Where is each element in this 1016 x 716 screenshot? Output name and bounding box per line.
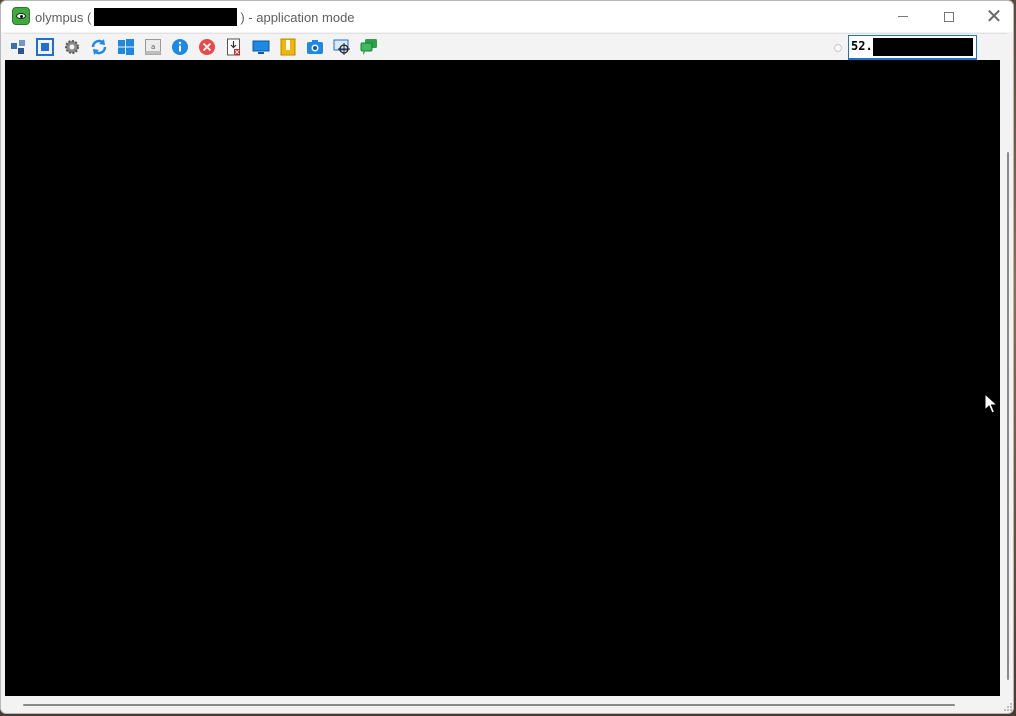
info-button[interactable] <box>171 38 189 56</box>
remote-desktop-window: olympus ( ) - application mode ✕ a 52. <box>0 0 1014 714</box>
svg-text:a: a <box>151 43 155 51</box>
disconnect-button[interactable] <box>198 38 216 56</box>
minimize-icon <box>898 16 908 17</box>
file-transfer-button[interactable] <box>225 38 243 56</box>
resize-grip-icon[interactable] <box>1003 702 1013 712</box>
vertical-scrollbar[interactable] <box>1001 60 1013 696</box>
chat-button[interactable] <box>360 38 378 56</box>
screenshot-camera-icon <box>307 40 323 54</box>
refresh-button[interactable] <box>90 38 108 56</box>
close-button[interactable]: ✕ <box>971 1 1013 32</box>
window-title: olympus ( ) - application mode <box>35 8 355 26</box>
redacted-hostname <box>94 8 238 26</box>
settings-button[interactable] <box>63 38 81 56</box>
file-transfer-icon <box>227 38 240 56</box>
chat-icon <box>360 39 377 55</box>
minimize-button[interactable] <box>880 1 926 32</box>
horizontal-scroll-thumb[interactable] <box>23 704 955 706</box>
window-title-suffix: ) - application mode <box>240 9 355 25</box>
screenshot-button[interactable] <box>306 38 324 56</box>
windows-start-icon <box>118 39 134 55</box>
vertical-scroll-thumb[interactable] <box>1007 152 1009 680</box>
redacted-address <box>873 38 973 56</box>
remote-select-button[interactable] <box>333 38 351 56</box>
disconnect-icon <box>199 39 215 55</box>
connection-status-indicator <box>834 44 842 52</box>
app-eye-icon <box>12 7 30 25</box>
settings-gear-icon <box>65 40 79 54</box>
horizontal-scrollbar[interactable] <box>1 696 1001 713</box>
keyboard-icon: a <box>145 39 161 55</box>
send-keys-button[interactable]: a <box>144 38 162 56</box>
refresh-icon <box>91 39 107 55</box>
fullscreen-button[interactable] <box>36 38 54 56</box>
mouse-cursor-icon <box>984 393 998 414</box>
toolbar: a 52. <box>4 33 1007 60</box>
fullscreen-icon <box>36 38 54 56</box>
clipboard-button[interactable] <box>279 38 297 56</box>
maximize-icon <box>944 11 954 22</box>
connect-icon <box>11 40 25 54</box>
connect-button[interactable] <box>9 38 27 56</box>
address-input[interactable]: 52. <box>848 35 977 59</box>
monitor-button[interactable] <box>252 38 270 56</box>
monitor-icon <box>252 40 270 54</box>
remote-select-icon <box>333 39 350 55</box>
maximize-button[interactable] <box>926 1 972 32</box>
window-title-app: olympus ( <box>35 9 92 25</box>
clipboard-icon <box>280 38 296 56</box>
address-value-prefix: 52. <box>851 39 873 53</box>
remote-screen[interactable] <box>5 60 1000 696</box>
info-icon <box>172 39 188 55</box>
close-icon: ✕ <box>985 6 1003 28</box>
title-bar[interactable]: olympus ( ) - application mode ✕ <box>1 1 1013 32</box>
start-menu-button[interactable] <box>117 38 135 56</box>
